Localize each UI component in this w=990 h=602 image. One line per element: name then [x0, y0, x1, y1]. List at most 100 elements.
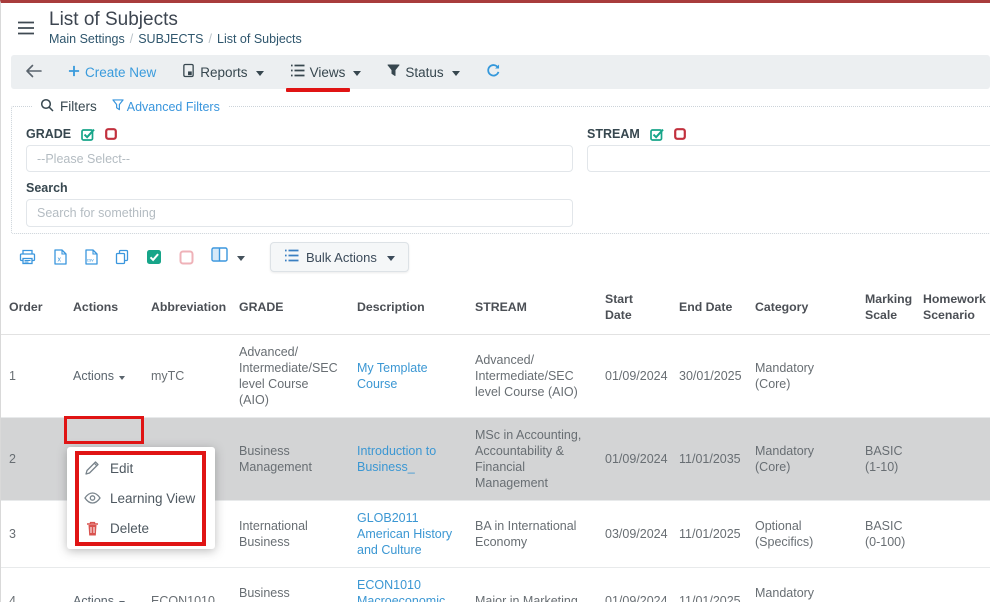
- cell-end-date: 11/01/2035: [671, 418, 747, 501]
- refresh-button[interactable]: [486, 63, 501, 81]
- status-dropdown-button[interactable]: Status: [387, 64, 459, 80]
- description-link[interactable]: My Template Course: [357, 361, 428, 391]
- cell-category: Mandatory (Core): [747, 335, 857, 418]
- columns-icon: [211, 247, 228, 267]
- cell-category: Mandatory (Core): [747, 418, 857, 501]
- description-link[interactable]: Introduction to Business_: [357, 444, 436, 474]
- cell-marking-scale: BASIC (0-100): [857, 501, 915, 568]
- select-all-icon[interactable]: [146, 249, 162, 265]
- cell-end-date: 11/01/2025: [671, 501, 747, 568]
- grade-select-all-icon[interactable]: [81, 128, 95, 141]
- breadcrumb-separator: /: [209, 32, 212, 46]
- caret-icon: [387, 256, 395, 265]
- hamburger-menu-icon[interactable]: [17, 21, 35, 47]
- grade-filter-group: GRADE: [26, 117, 573, 172]
- create-new-button[interactable]: Create New: [68, 65, 156, 80]
- grade-filter-input[interactable]: [26, 145, 573, 172]
- grade-filter-label: GRADE: [26, 127, 71, 141]
- search-input[interactable]: [26, 199, 573, 227]
- action-toolbar: Create New Reports Views Status: [11, 55, 990, 89]
- header-marking-scale: Marking Scale: [857, 280, 915, 335]
- cell-start-date: 01/09/2024: [597, 568, 671, 602]
- cell-end-date: 30/01/2025: [671, 335, 747, 418]
- export-csv-icon[interactable]: csv: [84, 249, 98, 265]
- cell-start-date: 01/09/2024: [597, 335, 671, 418]
- search-label: Search: [26, 181, 573, 195]
- caret-icon: [256, 71, 264, 80]
- search-group: Search: [26, 181, 573, 227]
- cell-grade: International Business: [231, 501, 349, 568]
- bulk-actions-button[interactable]: Bulk Actions: [270, 242, 409, 272]
- row-actions-button[interactable]: Actions: [73, 368, 125, 384]
- cell-order: 4: [1, 568, 65, 602]
- status-filter-icon: [387, 64, 400, 80]
- reports-dropdown-button[interactable]: Reports: [182, 63, 263, 81]
- cell-order: 1: [1, 335, 65, 418]
- advanced-filters-link[interactable]: Advanced Filters: [112, 99, 220, 114]
- cell-abbreviation: myTC: [143, 335, 231, 418]
- header-abbreviation: Abbreviation: [143, 280, 231, 335]
- header-actions: Actions: [65, 280, 143, 335]
- plus-icon: [68, 65, 80, 80]
- stream-filter-label: STREAM: [587, 127, 640, 141]
- page-title: List of Subjects: [49, 8, 302, 31]
- cell-marking-scale: [857, 335, 915, 418]
- cell-grade: Advanced/ Intermediate/SEC level Course …: [231, 335, 349, 418]
- table-row: 4 Actions ECON1010 Business Management E…: [1, 568, 990, 602]
- cell-abbreviation: ECON1010: [143, 568, 231, 602]
- filters-legend: Filters: [40, 98, 97, 115]
- header-stream: STREAM: [467, 280, 597, 335]
- caret-icon: [452, 71, 460, 80]
- description-link[interactable]: GLOB2011 American History and Culture: [357, 511, 452, 557]
- views-list-icon: [290, 64, 305, 80]
- page-header: List of Subjects Main Settings / SUBJECTS /…: [1, 3, 990, 47]
- caret-icon: [119, 376, 125, 383]
- filters-panel: Filters Advanced Filters GRADE STREAM: [11, 98, 990, 234]
- cell-marking-scale: BASIC (1-10): [857, 418, 915, 501]
- header-start-date: Start Date: [597, 280, 671, 335]
- stream-filter-input[interactable]: [587, 145, 990, 172]
- row-actions-button[interactable]: Actions: [73, 593, 125, 602]
- breadcrumb: Main Settings / SUBJECTS / List of Subjects: [49, 31, 302, 47]
- menu-item-delete[interactable]: Delete: [67, 513, 215, 543]
- back-button[interactable]: [25, 64, 42, 81]
- menu-item-edit[interactable]: Edit: [67, 453, 215, 483]
- stream-select-all-icon[interactable]: [650, 128, 664, 141]
- export-excel-icon[interactable]: x: [53, 249, 67, 265]
- cell-category: Optional (Specifics): [747, 501, 857, 568]
- columns-dropdown-button[interactable]: [211, 247, 245, 267]
- copy-icon[interactable]: [115, 249, 129, 265]
- print-icon[interactable]: [19, 249, 36, 265]
- grade-clear-icon[interactable]: [105, 128, 117, 140]
- cell-homework-scenario: [915, 501, 990, 568]
- breadcrumb-item-subjects[interactable]: SUBJECTS: [138, 32, 203, 46]
- reports-file-icon: [182, 63, 195, 81]
- cell-order: 3: [1, 501, 65, 568]
- cell-end-date: 11/01/2025: [671, 568, 747, 602]
- breadcrumb-item-main-settings[interactable]: Main Settings: [49, 32, 125, 46]
- svg-text:x: x: [58, 257, 62, 264]
- breadcrumb-separator: /: [130, 32, 133, 46]
- description-link[interactable]: ECON1010 Macroeconomic Principles: [357, 578, 445, 602]
- header-order: Order: [1, 280, 65, 335]
- advanced-filters-icon: [112, 99, 124, 114]
- stream-clear-icon[interactable]: [674, 128, 686, 140]
- subjects-table: Order Actions Abbreviation GRADE Descrip…: [1, 280, 990, 602]
- bulk-actions-list-icon: [284, 249, 299, 265]
- back-arrow-icon: [25, 64, 42, 81]
- export-toolbar: x csv Bulk Actions: [19, 242, 990, 272]
- table-header-row: Order Actions Abbreviation GRADE Descrip…: [1, 280, 990, 335]
- trash-icon: [83, 521, 101, 536]
- header-homework-scenario: Homework Scenario: [915, 280, 990, 335]
- caret-icon: [237, 256, 245, 265]
- header-description: Description: [349, 280, 467, 335]
- views-dropdown-button[interactable]: Views: [290, 64, 362, 80]
- cell-start-date: 01/09/2024: [597, 418, 671, 501]
- breadcrumb-item-list-of-subjects[interactable]: List of Subjects: [217, 32, 302, 46]
- actions-dropdown-menu: Edit Learning View Delete: [67, 447, 215, 549]
- menu-item-learning-view[interactable]: Learning View: [67, 483, 215, 513]
- stream-filter-group: STREAM: [587, 117, 990, 172]
- caret-icon: [353, 71, 361, 80]
- pencil-icon: [83, 460, 101, 476]
- clear-selection-icon[interactable]: [179, 250, 194, 265]
